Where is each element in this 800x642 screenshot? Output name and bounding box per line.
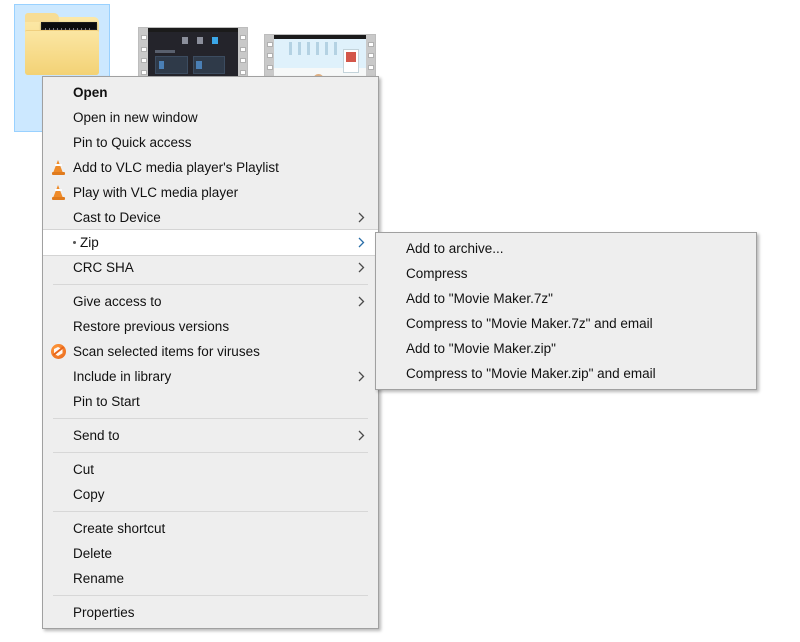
menu-separator [53, 595, 368, 596]
menu-item-icon-slot [43, 130, 73, 155]
desktop-background[interactable]: Mo Open [0, 0, 800, 642]
menu-item-label: Cut [73, 462, 95, 477]
menu-item-label: Compress to "Movie Maker.zip" and email [406, 366, 656, 381]
menu-separator [53, 284, 368, 285]
antivirus-shield-icon [43, 339, 73, 364]
menu-item-open[interactable]: Open [43, 80, 378, 105]
menu-item-label: Delete [73, 546, 113, 561]
chevron-right-icon [354, 430, 368, 441]
menu-item-label: Open [73, 85, 108, 100]
menu-item-send-to[interactable]: Send to [43, 423, 378, 448]
menu-item-icon-slot [43, 541, 73, 566]
menu-item-restore-previous-versions[interactable]: Restore previous versions [43, 314, 378, 339]
menu-item-add-to-vlc-playlist[interactable]: Add to VLC media player's Playlist [43, 155, 378, 180]
menu-item-label: Compress to "Movie Maker.7z" and email [406, 316, 653, 331]
menu-item-pin-to-quick-access[interactable]: Pin to Quick access [43, 130, 378, 155]
menu-item-delete[interactable]: Delete [43, 541, 378, 566]
menu-item-label-text: Zip [80, 235, 99, 250]
submenu-item-compress[interactable]: Compress [376, 261, 756, 286]
menu-separator [53, 452, 368, 453]
chevron-right-icon [354, 262, 368, 273]
menu-item-label: Include in library [73, 369, 172, 384]
menu-item-label: Play with VLC media player [73, 185, 239, 200]
menu-item-label: Rename [73, 571, 125, 586]
menu-item-rename[interactable]: Rename [43, 566, 378, 591]
submenu-item-compress-zip-and-email[interactable]: Compress to "Movie Maker.zip" and email [376, 361, 756, 386]
chevron-right-icon [354, 296, 368, 307]
menu-item-zip[interactable]: Zip [43, 229, 378, 256]
chevron-right-icon [354, 371, 368, 382]
menu-item-crc-sha[interactable]: CRC SHA [43, 255, 378, 280]
menu-item-icon-slot [43, 600, 73, 625]
menu-item-icon-slot [43, 230, 73, 255]
submenu-item-add-to-zip[interactable]: Add to "Movie Maker.zip" [376, 336, 756, 361]
menu-item-icon-slot [43, 205, 73, 230]
film-perforations-right [238, 28, 247, 82]
menu-item-label: Pin to Quick access [73, 135, 192, 150]
menu-item-label: Pin to Start [73, 394, 140, 409]
menu-item-cast-to-device[interactable]: Cast to Device [43, 205, 378, 230]
menu-item-label: Cast to Device [73, 210, 161, 225]
menu-item-play-with-vlc[interactable]: Play with VLC media player [43, 180, 378, 205]
menu-item-icon-slot [43, 314, 73, 339]
submenu-item-add-to-archive[interactable]: Add to archive... [376, 236, 756, 261]
video-preview-dark [148, 28, 238, 82]
film-perforations-left [139, 28, 148, 82]
folder-icon [25, 13, 99, 75]
menu-item-icon-slot [43, 423, 73, 448]
menu-item-icon-slot [43, 457, 73, 482]
menu-item-icon-slot [43, 364, 73, 389]
menu-item-label: CRC SHA [73, 260, 134, 275]
menu-item-cut[interactable]: Cut [43, 457, 378, 482]
menu-item-label: Create shortcut [73, 521, 166, 536]
menu-item-icon-slot [43, 80, 73, 105]
menu-item-include-in-library[interactable]: Include in library [43, 364, 378, 389]
menu-item-icon-slot [376, 361, 406, 386]
menu-item-icon-slot [43, 482, 73, 507]
menu-item-icon-slot [43, 389, 73, 414]
menu-item-icon-slot [43, 255, 73, 280]
menu-item-scan-for-viruses[interactable]: Scan selected items for viruses [43, 339, 378, 364]
desktop-icon-video-thumbnail-dark[interactable] [138, 27, 248, 83]
menu-item-label: Give access to [73, 294, 162, 309]
menu-item-icon-slot [376, 261, 406, 286]
menu-separator [53, 418, 368, 419]
menu-item-icon-slot [376, 336, 406, 361]
menu-item-label: Add to VLC media player's Playlist [73, 160, 279, 175]
menu-item-icon-slot [376, 311, 406, 336]
chevron-right-icon [354, 237, 368, 248]
vlc-cone-icon [43, 180, 73, 205]
menu-item-icon-slot [43, 105, 73, 130]
zip-submenu[interactable]: Add to archive... Compress Add to "Movie… [375, 232, 757, 390]
menu-separator [53, 511, 368, 512]
chevron-right-icon [354, 212, 368, 223]
menu-item-label: Add to "Movie Maker.7z" [406, 291, 553, 306]
menu-item-give-access-to[interactable]: Give access to [43, 289, 378, 314]
menu-item-pin-to-start[interactable]: Pin to Start [43, 389, 378, 414]
menu-item-label: Restore previous versions [73, 319, 230, 334]
menu-item-label: Scan selected items for viruses [73, 344, 260, 359]
menu-item-create-shortcut[interactable]: Create shortcut [43, 516, 378, 541]
menu-item-open-in-new-window[interactable]: Open in new window [43, 105, 378, 130]
menu-item-icon-slot [43, 289, 73, 314]
menu-item-label: Copy [73, 487, 105, 502]
menu-item-label: Add to archive... [406, 241, 504, 256]
menu-item-icon-slot [376, 286, 406, 311]
menu-item-label: Zip [73, 230, 354, 255]
menu-item-icon-slot [376, 236, 406, 261]
menu-item-properties[interactable]: Properties [43, 600, 378, 625]
vlc-cone-icon [43, 155, 73, 180]
menu-item-label: Add to "Movie Maker.zip" [406, 341, 556, 356]
menu-item-label: Properties [73, 605, 135, 620]
menu-item-icon-slot [43, 566, 73, 591]
submenu-item-add-to-7z[interactable]: Add to "Movie Maker.7z" [376, 286, 756, 311]
file-explorer-context-menu[interactable]: Open Open in new window Pin to Quick acc… [42, 76, 379, 629]
menu-item-icon-slot [43, 516, 73, 541]
menu-item-label: Open in new window [73, 110, 198, 125]
submenu-item-compress-7z-and-email[interactable]: Compress to "Movie Maker.7z" and email [376, 311, 756, 336]
menu-item-copy[interactable]: Copy [43, 482, 378, 507]
menu-item-label: Send to [73, 428, 120, 443]
menu-item-label: Compress [406, 266, 468, 281]
